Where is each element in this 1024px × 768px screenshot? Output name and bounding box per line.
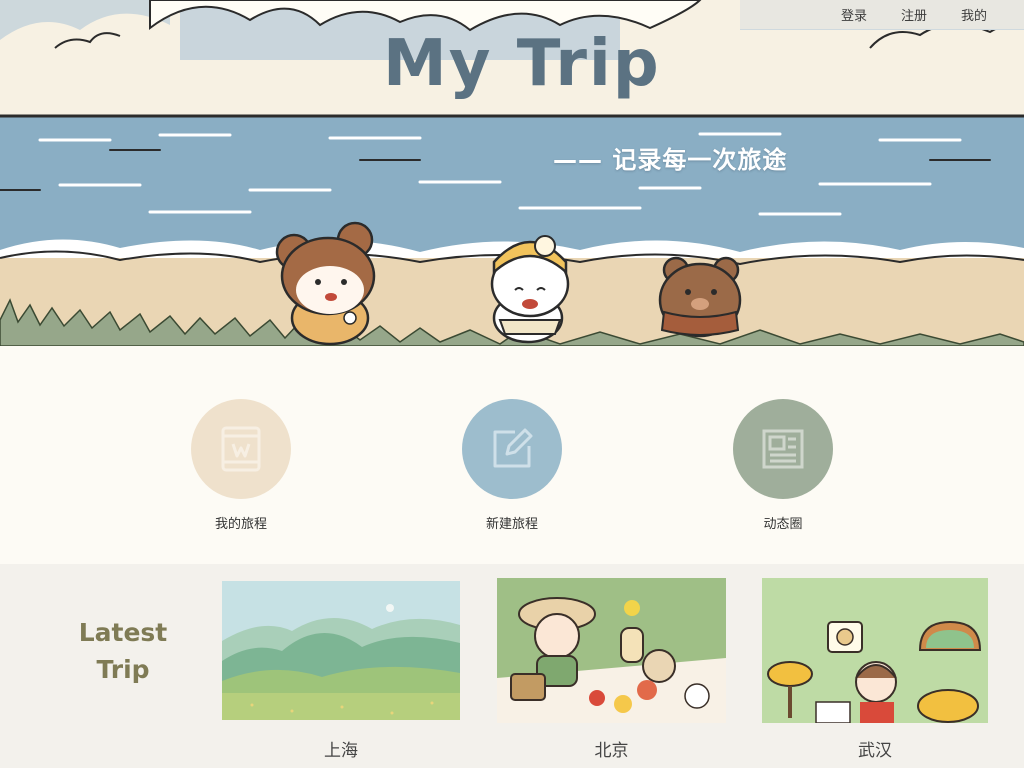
latest-heading-line2: Trip [96,655,150,684]
picnic-illustration-image [497,578,726,723]
cozy-room-image [762,578,988,723]
register-link[interactable]: 注册 [901,5,927,24]
new-trip-circle[interactable] [462,399,562,499]
trip-card-wuhan[interactable]: 武汉 [762,578,988,761]
newspaper-icon [762,429,804,469]
latest-trip-heading: Latest Trip [64,614,182,688]
trip-city-label: 北京 [594,741,629,761]
my-trips-circle[interactable] [191,399,291,499]
login-link[interactable]: 登录 [841,5,867,24]
hero-banner: 登录 注册 我的 My Trip —— 记录每一次旅途 [0,0,1024,346]
trip-thumbnail-wuhan[interactable] [762,578,988,723]
moments-label: 动态圈 [763,517,803,532]
brown-bear-character [658,256,742,338]
trip-thumbnail-shanghai[interactable] [222,581,460,720]
trip-card-shanghai[interactable]: 上海 [222,581,460,761]
site-tagline: —— 记录每一次旅途 [553,146,788,174]
beanie-kid-character [490,235,570,344]
latest-heading-line1: Latest [78,618,168,647]
latest-trips-section: Latest Trip 上海 北京 武汉 [0,564,1024,768]
quick-actions: 我的旅程 新建旅程 动态圈 [0,346,1024,564]
trip-thumbnail-beijing[interactable] [497,578,726,723]
book-icon [221,426,261,472]
top-navigation: 登录 注册 我的 [740,0,1024,29]
site-title: My Trip [383,27,661,101]
moments-button[interactable]: 动态圈 [723,399,843,532]
moments-circle[interactable] [733,399,833,499]
edit-icon [493,428,533,468]
my-account-link[interactable]: 我的 [961,5,987,24]
trip-card-beijing[interactable]: 北京 [497,578,726,761]
new-trip-label: 新建旅程 [485,517,538,532]
trip-city-label: 上海 [324,741,358,761]
trip-city-label: 武汉 [858,741,892,761]
mountain-landscape-image [222,581,460,720]
new-trip-button[interactable]: 新建旅程 [452,399,572,532]
my-trips-button[interactable]: 我的旅程 [181,399,301,532]
my-trips-label: 我的旅程 [214,517,267,532]
